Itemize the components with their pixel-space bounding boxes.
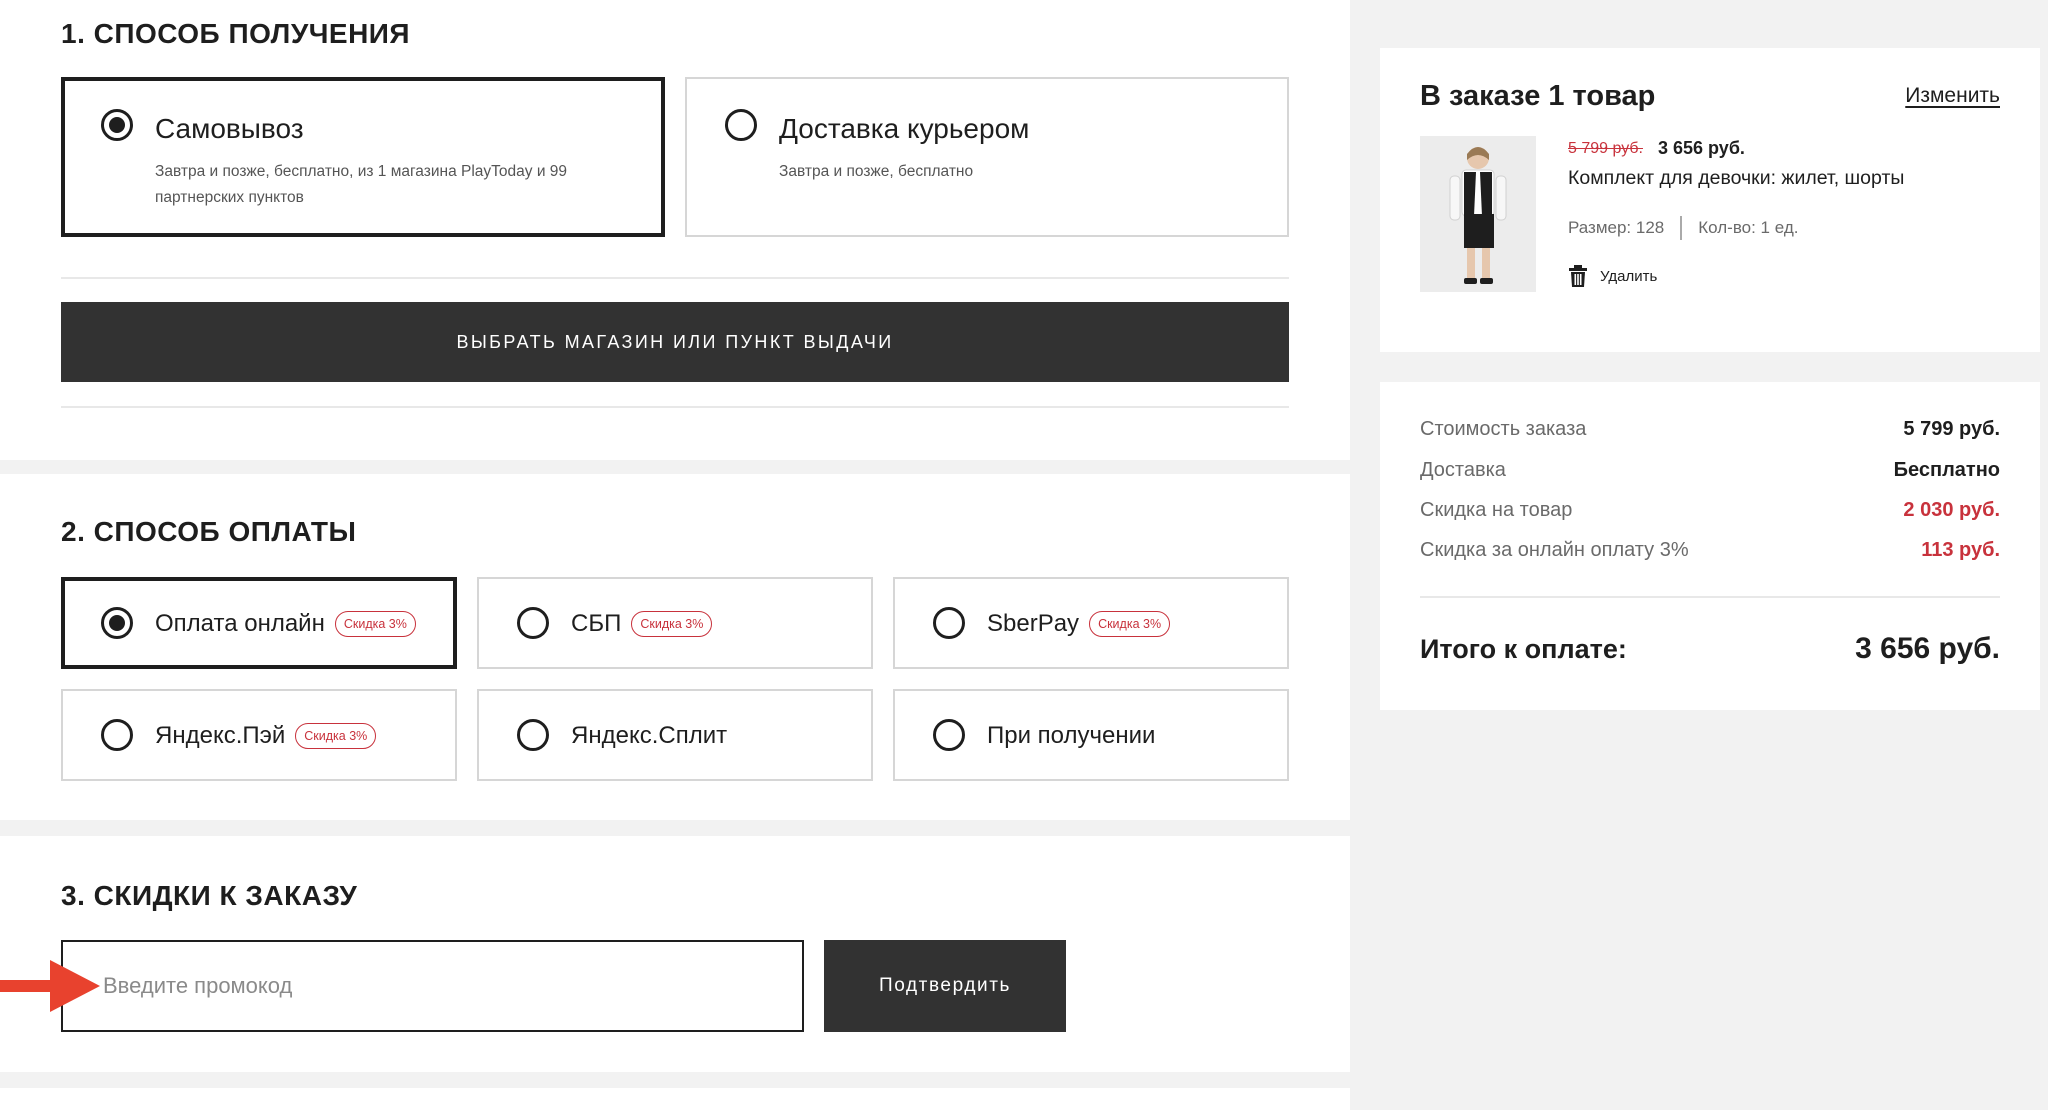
- meta-separator: [1680, 216, 1683, 240]
- delivery-option-title: Доставка курьером: [779, 113, 1030, 144]
- totals-row-order-cost: Стоимость заказа 5 799 руб.: [1420, 418, 2000, 441]
- discount-badge: Скидка 3%: [334, 611, 416, 637]
- totals-label: Скидка за онлайн оплату 3%: [1420, 539, 1689, 561]
- delivery-section: 1. СПОСОБ ПОЛУЧЕНИЯ Самовывоз Завтра и п…: [0, 0, 1350, 460]
- order-summary-card: В заказе 1 товар Изменить 5 799 руб. 3 6…: [1380, 48, 2040, 352]
- payment-option-label: Яндекс.Сплит: [571, 722, 728, 749]
- discount-badge: Скидка 3%: [631, 611, 713, 637]
- delivery-option-desc: Завтра и позже, бесплатно, из 1 магазина…: [155, 163, 568, 206]
- payment-section: 2. СПОСОБ ОПЛАТЫ Оплата онлайн Скидка 3% …: [0, 474, 1350, 820]
- payment-option-label: SberPay: [987, 610, 1080, 637]
- payment-option-sberpay[interactable]: SberPay Скидка 3%: [893, 577, 1289, 669]
- trash-icon: [1569, 265, 1587, 287]
- divider: [1420, 596, 2000, 598]
- totals-value: 113 руб.: [1921, 539, 2000, 561]
- grand-total-value: 3 656 руб.: [1855, 632, 2000, 665]
- order-totals-card: Стоимость заказа 5 799 руб. Доставка Бес…: [1380, 382, 2040, 710]
- annotation-arrow-icon: [0, 960, 100, 1012]
- radio-checked-icon[interactable]: [101, 607, 133, 639]
- discount-badge: Скидка 3%: [1089, 611, 1171, 637]
- payment-option-yandex-pay[interactable]: Яндекс.Пэй Скидка 3%: [61, 689, 457, 781]
- payment-option-label: Оплата онлайн: [155, 610, 325, 637]
- delivery-option-desc: Завтра и позже, бесплатно: [779, 163, 974, 180]
- product-image[interactable]: [1420, 136, 1536, 292]
- discount-badge: Скидка 3%: [295, 723, 377, 749]
- radio-unchecked-icon[interactable]: [725, 109, 757, 141]
- product-meta: Размер: 128 Кол-во: 1 ед.: [1568, 216, 1798, 240]
- totals-value: 5 799 руб.: [1903, 418, 2000, 440]
- radio-unchecked-icon[interactable]: [933, 607, 965, 639]
- radio-unchecked-icon[interactable]: [517, 719, 549, 751]
- totals-row-online-discount: Скидка за онлайн оплату 3% 113 руб.: [1420, 539, 2000, 562]
- order-title: В заказе 1 товар: [1420, 80, 1656, 112]
- product-quantity: Кол-во: 1 ед.: [1698, 218, 1799, 237]
- totals-row-delivery: Доставка Бесплатно: [1420, 459, 2000, 482]
- delivery-option-courier[interactable]: Доставка курьером Завтра и позже, беспла…: [685, 77, 1289, 237]
- choose-pickup-point-button[interactable]: ВЫБРАТЬ МАГАЗИН ИЛИ ПУНКТ ВЫДАЧИ: [61, 302, 1289, 382]
- payment-option-online[interactable]: Оплата онлайн Скидка 3%: [61, 577, 457, 669]
- discounts-section-title: 3. СКИДКИ К ЗАКАЗУ: [61, 880, 358, 911]
- payment-option-label: СБП: [571, 610, 622, 637]
- delete-item-button[interactable]: Удалить: [1568, 264, 1657, 288]
- radio-checked-icon[interactable]: [101, 109, 133, 141]
- totals-label: Стоимость заказа: [1420, 418, 1587, 440]
- promo-code-input[interactable]: [61, 940, 804, 1032]
- delete-item-label: Удалить: [1600, 267, 1658, 285]
- delivery-option-title: Самовывоз: [155, 113, 304, 144]
- totals-row-item-discount: Скидка на товар 2 030 руб.: [1420, 499, 2000, 522]
- payment-option-label: При получении: [987, 722, 1156, 749]
- totals-label: Доставка: [1420, 459, 1506, 481]
- confirm-promo-button[interactable]: Подтвердить: [824, 940, 1066, 1032]
- delivery-option-pickup[interactable]: Самовывоз Завтра и позже, бесплатно, из …: [61, 77, 665, 237]
- change-order-link[interactable]: Изменить: [1905, 84, 2000, 108]
- product-name[interactable]: Комплект для девочки: жилет, шорты: [1568, 167, 1904, 190]
- radio-unchecked-icon[interactable]: [933, 719, 965, 751]
- grand-total-row: Итого к оплате: 3 656 руб.: [1420, 632, 2000, 666]
- delivery-section-title: 1. СПОСОБ ПОЛУЧЕНИЯ: [61, 18, 411, 49]
- grand-total-label: Итого к оплате:: [1420, 634, 1627, 664]
- payment-option-yandex-split[interactable]: Яндекс.Сплит: [477, 689, 873, 781]
- product-size: Размер: 128: [1568, 218, 1665, 237]
- payment-option-label: Яндекс.Пэй: [155, 722, 286, 749]
- payment-option-sbp[interactable]: СБП Скидка 3%: [477, 577, 873, 669]
- next-section-edge: [0, 1088, 1350, 1110]
- divider: [61, 277, 1289, 279]
- radio-unchecked-icon[interactable]: [101, 719, 133, 751]
- divider: [61, 406, 1289, 408]
- product-old-price: 5 799 руб.: [1568, 140, 1643, 157]
- totals-value: 2 030 руб.: [1903, 499, 2000, 521]
- totals-value: Бесплатно: [1893, 459, 2000, 481]
- payment-option-on-delivery[interactable]: При получении: [893, 689, 1289, 781]
- totals-label: Скидка на товар: [1420, 499, 1573, 521]
- payment-section-title: 2. СПОСОБ ОПЛАТЫ: [61, 516, 357, 547]
- product-price: 3 656 руб.: [1658, 138, 1745, 158]
- radio-unchecked-icon[interactable]: [517, 607, 549, 639]
